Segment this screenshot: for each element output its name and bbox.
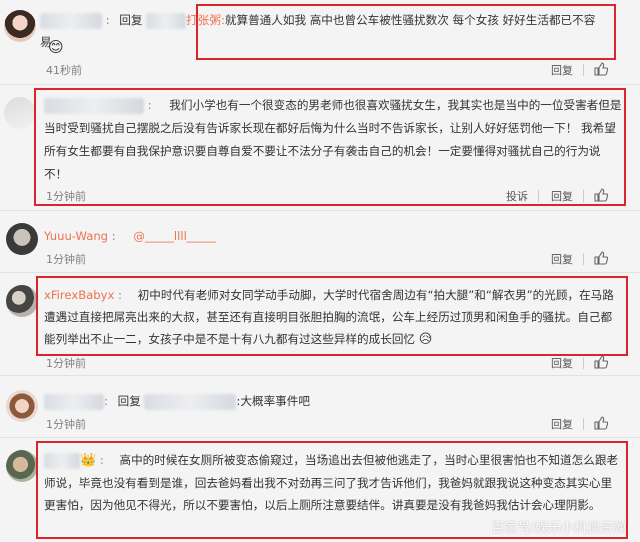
avatar[interactable] xyxy=(6,285,38,317)
divider xyxy=(583,64,584,76)
blurred-reply-target[interactable] xyxy=(146,12,187,29)
avatar[interactable] xyxy=(4,97,36,129)
timestamp: 41秒前 xyxy=(46,64,82,77)
thumbs-up-icon[interactable] xyxy=(594,62,608,76)
mention-text[interactable]: @_____llll_____ xyxy=(133,229,215,243)
thumbs-up-icon[interactable] xyxy=(594,416,608,430)
timestamp: 1分钟前 xyxy=(46,418,86,431)
timestamp: 1分钟前 xyxy=(46,357,86,370)
comment-5: : 回复 :大概率事件吧 1分钟前 回复 xyxy=(0,376,640,436)
highlight-box-3 xyxy=(36,276,628,356)
comment-text: :大概率事件吧 xyxy=(236,394,310,408)
thumbs-up-icon[interactable] xyxy=(594,355,608,369)
avatar[interactable] xyxy=(6,223,38,255)
reply-button[interactable]: 回复 xyxy=(551,416,573,432)
highlight-box-4 xyxy=(36,441,628,539)
timestamp: 1分钟前 xyxy=(46,253,86,266)
comment-text-block: Yuuu-Wang : @_____llll_____ xyxy=(44,229,216,243)
reply-prefix: 回复 xyxy=(117,394,141,408)
emoji-icon: 😊 xyxy=(48,38,64,56)
blurred-reply-target[interactable] xyxy=(144,393,237,410)
blurred-username[interactable] xyxy=(40,12,102,29)
highlight-box-2 xyxy=(34,88,626,206)
avatar[interactable] xyxy=(4,10,36,42)
divider xyxy=(583,357,584,369)
comment-text-block: : 回复 :大概率事件吧 xyxy=(44,390,604,412)
highlight-box-1 xyxy=(196,4,616,60)
reply-button[interactable]: 回复 xyxy=(551,355,573,371)
divider xyxy=(583,418,584,430)
blurred-username[interactable] xyxy=(44,393,104,410)
reply-prefix: 回复 xyxy=(119,13,143,27)
comment-3: Yuuu-Wang : @_____llll_____ 1分钟前 回复 xyxy=(0,211,640,271)
avatar[interactable] xyxy=(6,390,38,422)
avatar[interactable] xyxy=(6,450,38,482)
reply-button[interactable]: 回复 xyxy=(551,62,573,78)
thumbs-up-icon[interactable] xyxy=(594,251,608,265)
divider xyxy=(583,253,584,265)
username[interactable]: Yuuu-Wang xyxy=(44,229,108,243)
reply-button[interactable]: 回复 xyxy=(551,251,573,267)
